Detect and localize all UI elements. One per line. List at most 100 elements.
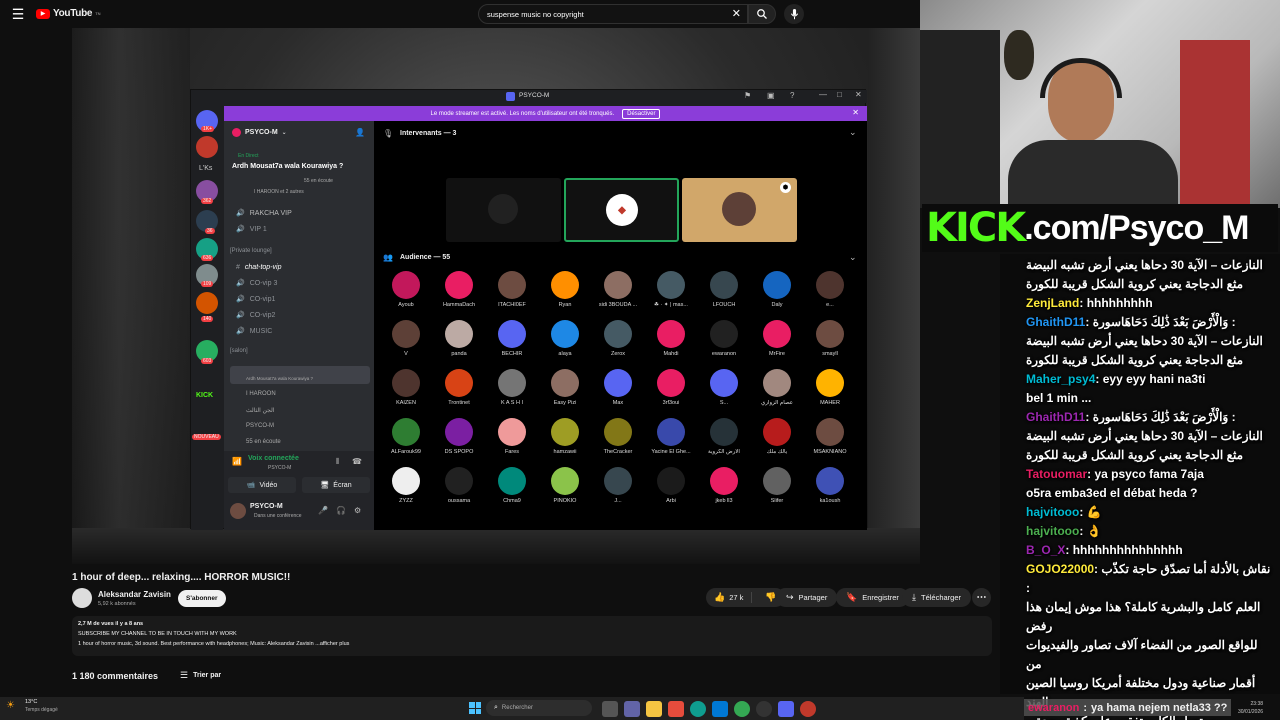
speaker-tile-1[interactable] <box>446 178 561 242</box>
speaker-tile-2[interactable]: ◆ <box>564 178 679 242</box>
media-player-icon[interactable] <box>668 701 684 717</box>
audience-member[interactable]: ewaranon <box>696 320 752 357</box>
inbox-icon[interactable]: ⚑ <box>744 91 751 100</box>
category-salon[interactable]: [salon] <box>194 343 374 359</box>
audience-member[interactable]: Yacine El Ghe... <box>643 418 699 455</box>
audience-member[interactable]: عصام الزواري <box>749 369 805 406</box>
audience-member[interactable]: ITACHI0EF <box>484 271 540 308</box>
chrome-icon[interactable] <box>734 701 750 717</box>
audience-member[interactable]: K A S H I <box>484 369 540 406</box>
channel-music[interactable]: 🔊 MUSIC <box>194 323 374 339</box>
audience-member[interactable]: 3rf3oui <box>643 369 699 406</box>
taskbar-search[interactable]: ⌕ Rechercher <box>486 700 592 716</box>
audience-member[interactable]: panda <box>431 320 487 357</box>
audience-member[interactable]: oussama <box>431 467 487 504</box>
chat-username[interactable]: GhaithD11 <box>1026 315 1085 329</box>
chat-username[interactable]: GOJO22000 <box>1026 562 1094 576</box>
audience-member[interactable]: Fares <box>484 418 540 455</box>
share-button[interactable]: ↪ Partager <box>776 588 838 607</box>
chat-username[interactable]: B_O_X <box>1026 543 1065 557</box>
teams-icon[interactable] <box>624 701 640 717</box>
audience-member[interactable]: V <box>378 320 434 357</box>
mic-toggle-icon[interactable]: 🎤 <box>318 506 328 515</box>
chat-username[interactable]: Maher_psy4 <box>1026 372 1095 386</box>
channel-rakcha-vip[interactable]: 🔊 RAKCHA VIP <box>194 205 374 221</box>
file-explorer-icon[interactable] <box>646 701 662 717</box>
store-icon[interactable] <box>712 701 728 717</box>
audience-member[interactable]: LFOUCH <box>696 271 752 308</box>
channel-vip-1[interactable]: 🔊 VIP 1 <box>194 221 374 237</box>
subscribe-button[interactable]: S'abonner <box>178 590 226 607</box>
help-icon[interactable]: ? <box>790 91 794 100</box>
audience-member[interactable]: Zerox <box>590 320 646 357</box>
user-avatar[interactable] <box>230 503 246 519</box>
maximize-icon[interactable]: □ <box>837 90 842 99</box>
task-view-icon[interactable] <box>602 701 618 717</box>
settings-gear-icon[interactable]: ⚙ <box>354 506 361 515</box>
search-button[interactable] <box>748 4 776 24</box>
disable-streamer-button[interactable]: Désactiver <box>622 108 661 119</box>
screen-share-button[interactable]: 🖥 Écran <box>302 477 370 493</box>
stage-member[interactable]: I HAROON <box>246 391 356 407</box>
audience-member[interactable]: Trontinet <box>431 369 487 406</box>
noise-suppression-icon[interactable]: ⦀ <box>336 457 340 467</box>
audience-member[interactable]: PINOKIO <box>537 467 593 504</box>
audience-member[interactable]: Chma9 <box>484 467 540 504</box>
audience-member[interactable]: S... <box>696 369 752 406</box>
description-box[interactable]: 2,7 M de vues il y a 8 ans SUBSCRIBE MY … <box>72 616 992 656</box>
app-icon[interactable] <box>800 701 816 717</box>
audience-member[interactable]: Ayoub <box>378 271 434 308</box>
chat-username[interactable]: ZenjLand <box>1026 296 1079 310</box>
download-button[interactable]: ⤓ Télécharger <box>902 588 972 607</box>
audience-member[interactable]: BECHIR <box>484 320 540 357</box>
clear-search-icon[interactable]: ✕ <box>732 7 741 20</box>
stage-member[interactable]: الجن الثالث <box>246 407 356 423</box>
menu-icon[interactable]: ☰ <box>10 6 26 22</box>
chat-username[interactable]: hajvitooo <box>1026 505 1079 519</box>
audience-member[interactable]: Daly <box>749 271 805 308</box>
audience-member[interactable]: Arbi <box>643 467 699 504</box>
channel-chat-top-vip[interactable]: # chat-top-vip <box>194 259 374 275</box>
audience-member[interactable]: ka1oush <box>802 467 858 504</box>
audience-member[interactable]: TheCracker <box>590 418 646 455</box>
audience-member[interactable]: Max <box>590 369 646 406</box>
add-member-icon[interactable]: 👤 <box>355 128 365 137</box>
server-header[interactable]: PSYCO-M ⌄ <box>232 128 287 137</box>
category-private-lounge[interactable]: [Private lounge] <box>194 243 374 259</box>
audience-member[interactable]: alaya <box>537 320 593 357</box>
search-box[interactable]: suspense music no copyright ✕ <box>478 4 748 24</box>
audience-member[interactable]: hamzawii <box>537 418 593 455</box>
speaker-tile-3[interactable]: ⬢ <box>682 178 797 242</box>
audience-member[interactable]: Slifer <box>749 467 805 504</box>
audience-member[interactable]: الأرض الكروية <box>696 418 752 455</box>
channel-name[interactable]: Aleksandar Zavisin <box>98 590 171 599</box>
close-window-icon[interactable]: ✕ <box>855 90 862 99</box>
search-input[interactable]: suspense music no copyright <box>487 10 584 19</box>
windows-start-icon[interactable] <box>469 702 481 714</box>
clock[interactable]: 23:38 30/01/2026 <box>1238 700 1263 716</box>
minimize-icon[interactable]: — <box>819 90 827 99</box>
disconnect-icon[interactable]: ☎ <box>352 457 362 466</box>
youtube-logo[interactable]: ▶ YouTube TN <box>36 8 101 19</box>
channel-avatar[interactable] <box>72 588 92 608</box>
kick-guild-icon[interactable]: KICK <box>196 392 213 399</box>
audience-member[interactable]: MrFire <box>749 320 805 357</box>
save-button[interactable]: 🔖 Enregistrer <box>836 588 909 607</box>
video-button[interactable]: 📹 Vidéo <box>228 477 296 493</box>
audience-member[interactable]: J... <box>590 467 646 504</box>
weather-temp[interactable]: 13°C <box>25 699 37 705</box>
screen-icon[interactable]: ▣ <box>767 91 775 100</box>
audience-member[interactable]: ALFarouk99 <box>378 418 434 455</box>
audience-member[interactable]: Mahdi <box>643 320 699 357</box>
active-stage-row[interactable]: Ardh Mousat7a wala Kourawiya ? <box>230 366 370 384</box>
speakers-collapse-icon[interactable]: ⌄ <box>849 127 857 138</box>
like-button[interactable]: 👍 27 k <box>706 592 753 603</box>
headset-icon[interactable]: 🎧 <box>336 506 346 515</box>
chat-username[interactable]: GhaithD11 <box>1026 410 1085 424</box>
stage-title[interactable]: Ardh Mousat7a wala Kourawiya ? <box>232 163 343 170</box>
audience-member[interactable]: MSAKNIANO <box>802 418 858 455</box>
audience-member[interactable]: jkeb ll3 <box>696 467 752 504</box>
audience-member[interactable]: DS SPOPO <box>431 418 487 455</box>
audience-member[interactable]: Ryan <box>537 271 593 308</box>
stage-member[interactable]: PSYCO-M <box>246 423 356 439</box>
